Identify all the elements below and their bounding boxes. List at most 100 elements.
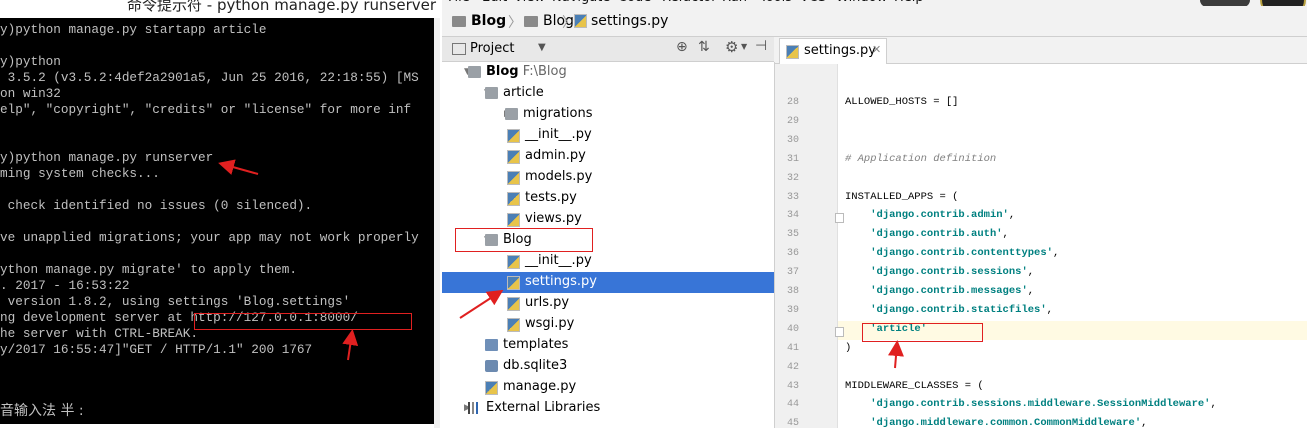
code-line: 'django.contrib.sessions.middleware.Sess… (870, 398, 1217, 411)
code-string: 'django.contrib.contenttypes' (870, 247, 1053, 260)
folder-icon (452, 15, 466, 27)
close-icon[interactable]: ✕ (872, 43, 881, 56)
line-number: 40 (786, 323, 799, 335)
gear-dropdown-icon[interactable]: ▼ (741, 42, 747, 51)
collapse-all-icon[interactable]: ⇅ (698, 39, 710, 55)
code-string: 'django.contrib.messages' (870, 285, 1028, 297)
console-line: ython manage.py migrate' to apply them. (0, 262, 297, 277)
tree-item[interactable]: templates (442, 335, 774, 356)
folder-icon (524, 15, 538, 27)
code-string: 'django.contrib.auth' (870, 228, 1003, 241)
tab-settings-py[interactable]: settings.py ✕ (779, 38, 887, 64)
code-line: 'django.contrib.staticfiles', (870, 303, 1053, 316)
code-line: # Application definition (845, 153, 996, 165)
cmd-console[interactable]: y)python manage.py startapp article y)pyt… (0, 18, 434, 424)
navigation-bar: Blog 〉 Blog 〉 settings.py (442, 6, 1307, 37)
tree-item[interactable]: admin.py (442, 146, 774, 167)
menu-edit[interactable]: Edit (482, 0, 507, 5)
tree-item[interactable]: ▶migrations (442, 104, 774, 125)
tree-item-label: models.py (525, 169, 593, 184)
folder-icon (468, 66, 481, 78)
folder-icon (485, 87, 498, 99)
locate-icon[interactable]: ⊕ (676, 39, 688, 55)
python-file-icon (507, 129, 520, 143)
console-line: ve unapplied migrations; your app may no… (0, 230, 419, 245)
tree-item[interactable]: ▼article (442, 83, 774, 104)
tree-item[interactable]: tests.py (442, 188, 774, 209)
menu-vcs[interactable]: VCS (800, 0, 826, 5)
python-file-icon (786, 45, 799, 59)
cmd-title: 命令提示符 - python manage.py runserver (127, 0, 437, 14)
libraries-icon (468, 402, 481, 414)
menu-view[interactable]: View (514, 0, 545, 5)
database-icon (485, 360, 498, 372)
fold-marker-icon[interactable] (835, 326, 844, 337)
console-line: version 1.8.2, using settings 'Blog.sett… (0, 294, 351, 309)
python-file-icon (507, 297, 520, 311)
breadcrumb-project[interactable]: Blog (452, 13, 506, 29)
line-number: 35 (786, 229, 799, 241)
hide-panel-icon[interactable]: ⊣ (755, 38, 767, 54)
python-file-icon (507, 171, 520, 185)
python-file-icon (485, 381, 498, 395)
tree-item[interactable]: db.sqlite3 (442, 356, 774, 377)
project-panel-header: Project ▼ ⊕ ⇅ ⚙ ▼ ⊣ (442, 37, 774, 62)
menu-window[interactable]: Window (836, 0, 887, 5)
tree-item[interactable]: models.py (442, 167, 774, 188)
tree-item-label: External Libraries (486, 400, 601, 415)
code-editor[interactable]: 28 29 30 31 32 33 34 35 36 37 38 39 40 41 42 43 44 45 ALL… (775, 64, 1307, 429)
line-number: 41 (786, 342, 799, 354)
tree-item-label: article (503, 85, 544, 100)
line-number: 44 (786, 399, 799, 411)
tree-item[interactable]: urls.py (442, 293, 774, 314)
gear-icon[interactable]: ⚙ (725, 38, 738, 56)
tree-item-label: manage.py (503, 379, 577, 394)
menu-navigate[interactable]: Navigate (552, 0, 610, 5)
tree-item[interactable]: settings.py (442, 272, 774, 293)
line-number: 31 (786, 153, 799, 165)
chevron-right-icon: 〉 (508, 15, 522, 31)
tree-item-label: Blog F:\Blog (486, 64, 567, 79)
dropdown-arrow-icon[interactable]: ▼ (538, 42, 546, 53)
menu-code[interactable]: Code (618, 0, 651, 5)
project-view-title[interactable]: Project (470, 41, 514, 56)
console-line: . 2017 - 16:53:22 (0, 278, 130, 293)
menu-run[interactable]: Run (722, 0, 747, 5)
menu-help[interactable]: Help (894, 0, 924, 5)
tree-item[interactable]: manage.py (442, 377, 774, 398)
console-line: on win32 (0, 86, 61, 101)
menu-refactor[interactable]: Refactor (662, 0, 717, 5)
fold-marker-icon[interactable] (835, 213, 844, 224)
console-line: y/2017 16:55:47]"GET / HTTP/1.1" 200 176… (0, 342, 313, 357)
tree-item[interactable]: __init__.py (442, 125, 774, 146)
console-line: y)python manage.py runserver (0, 150, 214, 165)
line-number: 34 (786, 210, 799, 222)
cmd-scrollbar[interactable] (434, 18, 440, 428)
breadcrumb-label: settings.py (591, 13, 669, 29)
tree-item[interactable]: wsgi.py (442, 314, 774, 335)
breadcrumb-file[interactable]: settings.py (574, 13, 668, 29)
line-number: 28 (786, 97, 799, 108)
menu-tools[interactable]: Tools (760, 0, 792, 5)
menu-file[interactable]: File (448, 0, 470, 5)
console-line: he server with CTRL-BREAK. (0, 326, 198, 341)
tree-item-label: settings.py (525, 274, 597, 289)
tree-item[interactable]: __init__.py (442, 251, 774, 272)
console-line: ming system checks... (0, 166, 160, 181)
tree-item[interactable]: ▶External Libraries (442, 398, 774, 419)
python-file-icon (507, 276, 520, 290)
tree-item[interactable]: views.py (442, 209, 774, 230)
line-number: 29 (786, 115, 799, 127)
tree-item-label: templates (503, 337, 569, 352)
annotation-box-url (194, 313, 412, 330)
console-line: y)python manage.py startapp article (0, 22, 267, 37)
code-string: 'django.contrib.sessions' (870, 266, 1028, 279)
tree-item[interactable]: ▼Blog F:\Blog (442, 62, 774, 83)
python-file-icon (507, 150, 520, 164)
tree-item-label: __init__.py (525, 127, 592, 142)
console-line: 3.5.2 (v3.5.2:4def2a2901a5, Jun 25 2016,… (0, 70, 419, 85)
tree-item-label: db.sqlite3 (503, 358, 568, 373)
project-view-icon (452, 43, 466, 55)
console-line: elp", "copyright", "credits" or "license… (0, 102, 412, 117)
line-number: 33 (786, 191, 799, 203)
